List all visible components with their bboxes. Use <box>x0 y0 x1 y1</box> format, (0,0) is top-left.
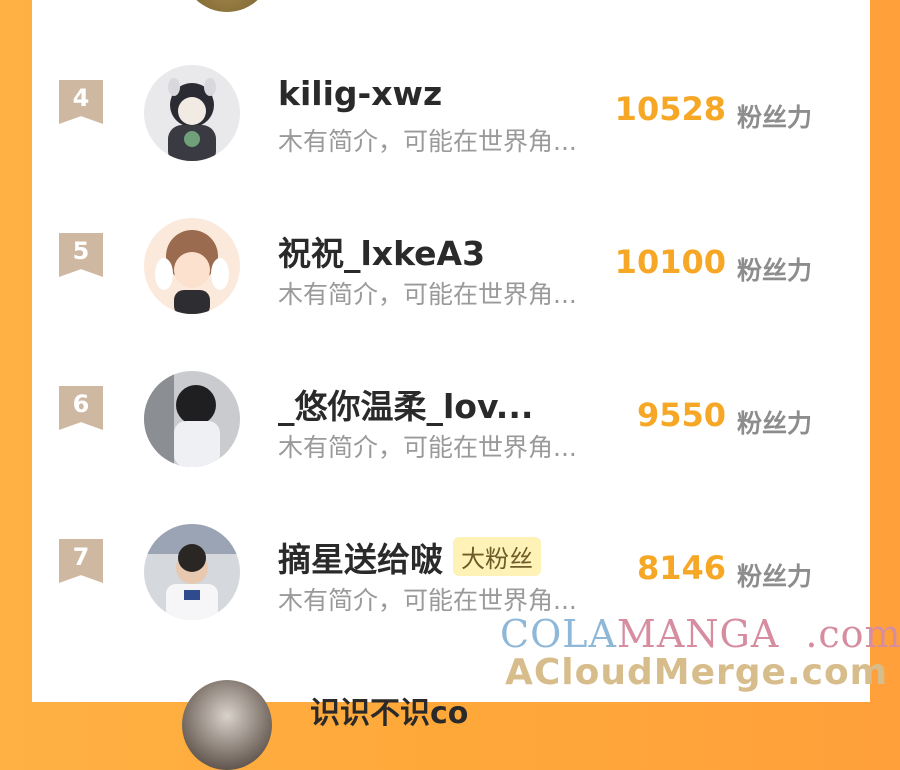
avatar-rank-8-partial[interactable] <box>182 680 272 770</box>
rank-badge: 7 <box>59 539 103 583</box>
list-item[interactable]: 4 kilig-xwz 木有简介，可能在世界角... 10528 粉丝力 <box>32 42 870 162</box>
user-intro: 木有简介，可能在世界角... <box>278 127 577 156</box>
avatar[interactable] <box>144 218 240 314</box>
fan-power-score: 8146 <box>636 549 726 587</box>
list-item[interactable]: 5 祝祝_lxkeA3 木有简介，可能在世界角... 10100 粉丝力 <box>32 195 870 315</box>
list-item[interactable]: 6 _悠你温柔_lov... 木有简介，可能在世界角... 9550 粉丝力 <box>32 348 870 468</box>
rank-badge: 6 <box>59 386 103 430</box>
rank-badge: 4 <box>59 80 103 124</box>
list-item[interactable]: 7 摘星送给啵 大粉丝 木有简介，可能在世界角... 8146 粉丝力 <box>32 501 870 621</box>
fan-power-score: 9550 <box>636 396 726 434</box>
avatar[interactable] <box>144 524 240 620</box>
fan-power-unit: 粉丝力 <box>737 562 813 591</box>
watermark-line2: ACloudMerge.com <box>505 652 889 693</box>
fan-power-unit: 粉丝力 <box>737 409 813 438</box>
ranking-panel: 4 kilig-xwz 木有简介，可能在世界角... 10528 粉丝力 5 祝… <box>32 0 870 770</box>
user-intro: 木有简介，可能在世界角... <box>278 280 577 309</box>
fan-power-unit: 粉丝力 <box>737 103 813 132</box>
avatar[interactable] <box>144 371 240 467</box>
big-fan-badge: 大粉丝 <box>453 537 541 576</box>
fan-power-score: 10528 <box>614 90 726 128</box>
rank-badge: 5 <box>59 233 103 277</box>
fan-power-score: 10100 <box>614 243 726 281</box>
user-name[interactable]: 祝祝_lxkeA3 <box>278 227 485 275</box>
user-name[interactable]: kilig-xwz <box>278 74 442 113</box>
watermark-line1: COLAMANGA .com <box>500 612 900 656</box>
user-intro: 木有简介，可能在世界角... <box>278 433 577 462</box>
fan-power-unit: 粉丝力 <box>737 256 813 285</box>
avatar[interactable] <box>144 65 240 161</box>
user-name[interactable]: 摘星送给啵 大粉丝 <box>278 533 541 581</box>
user-name[interactable]: _悠你温柔_lov... <box>278 380 533 428</box>
user-name-partial[interactable]: 识识不识co <box>310 688 468 732</box>
avatar-rank-3-partial[interactable] <box>182 0 272 12</box>
